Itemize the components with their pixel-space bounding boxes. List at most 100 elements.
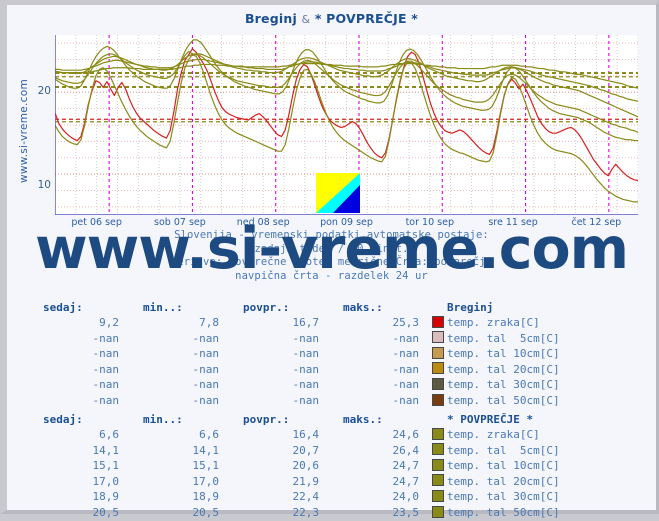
legend-series-title: Breginj <box>447 301 494 314</box>
legend-series-label: temp. tal 10cm[C] <box>447 459 560 473</box>
cell-povpr: -nan <box>292 378 320 392</box>
legend-color-swatch <box>429 427 447 444</box>
legend-series-label: temp. tal 30cm[C] <box>447 378 560 392</box>
legend-series-label: temp. tal 5cm[C] <box>447 331 560 345</box>
legend-series-label: temp. tal 50cm[C] <box>447 506 560 520</box>
legend-series-label: temp. tal 50cm[C] <box>447 394 560 408</box>
table-row: 14,1 14,1 20,7 26,4 temp. tal 5cm[C] <box>29 443 560 459</box>
table-row: 20,5 20,5 22,3 23,5 temp. tal 50cm[C] <box>29 505 560 521</box>
cell-sedaj: -nan <box>92 331 120 345</box>
legend-color-swatch <box>429 331 447 347</box>
chart-window: Breginj & * POVPREČJE * www.si-vreme.com… <box>0 0 659 519</box>
cell-sedaj: -nan <box>92 347 120 361</box>
legend-series-label: temp. zraka[C] <box>447 428 540 442</box>
x-tick-label-2: ned 08 sep <box>236 217 290 228</box>
y-tick-label-10: 10 <box>37 179 51 191</box>
legend-color-swatch <box>429 443 447 459</box>
cell-povpr: 16,4 <box>292 428 320 442</box>
table-row: -nan -nan -nan -nan temp. tal 5cm[C] <box>29 331 560 347</box>
legend-color-swatch <box>429 474 447 490</box>
x-tick-label-3: pon 09 sep <box>320 217 373 228</box>
cell-min: 17,0 <box>192 474 220 488</box>
caption-line-2: zadnji teden / 30 minut. <box>254 242 409 255</box>
table-row: -nan -nan -nan -nan temp. tal 30cm[C] <box>29 377 560 394</box>
x-tick-label-6: čet 12 sep <box>571 217 622 228</box>
cell-sedaj: 17,0 <box>92 474 120 488</box>
cell-maks: 24,7 <box>392 474 420 488</box>
y-tick-label-20: 20 <box>37 85 51 97</box>
cell-min: -nan <box>192 378 220 392</box>
legend-color-swatch <box>429 346 447 363</box>
cell-maks: -nan <box>392 331 420 345</box>
legend-table-povprecje: sedaj: min..: povpr.: maks.: * POVPREČJE * 6,… <box>7 413 656 521</box>
legend-header-3: maks.: <box>343 413 383 426</box>
cell-sedaj: 9,2 <box>99 316 119 330</box>
cell-maks: 24,0 <box>392 490 420 504</box>
cell-sedaj: 6,6 <box>99 428 119 442</box>
table-row: 17,0 17,0 21,9 24,7 temp. tal 20cm[C] <box>29 474 560 490</box>
cell-sedaj: -nan <box>92 378 120 392</box>
legend-header-3: maks.: <box>343 301 383 314</box>
cell-povpr: 21,9 <box>292 474 320 488</box>
legend-color-swatch <box>429 315 447 332</box>
chart-canvas: Breginj & * POVPREČJE * www.si-vreme.com… <box>7 5 656 519</box>
legend-header-2: povpr.: <box>243 413 290 426</box>
cell-maks: -nan <box>392 394 420 408</box>
legend-series-label: temp. tal 20cm[C] <box>447 474 560 488</box>
legend-color-swatch <box>429 489 447 506</box>
table-row: 15,1 15,1 20,6 24,7 temp. tal 10cm[C] <box>29 458 560 475</box>
x-tick-label-4: tor 10 sep <box>405 217 454 228</box>
legend-series-label: temp. tal 5cm[C] <box>447 443 560 457</box>
legend-header-swatch-spacer <box>429 301 447 316</box>
cell-min: 15,1 <box>192 459 220 473</box>
legend-series-label: temp. tal 20cm[C] <box>447 362 560 376</box>
cell-min: 6,6 <box>199 428 219 442</box>
cell-sedaj: 14,1 <box>92 443 120 457</box>
cell-maks: -nan <box>392 347 420 361</box>
legend-color-swatch <box>429 505 447 521</box>
caption-line-3: Meritve: povprečne Enote: metrične Črta:… <box>170 256 493 268</box>
legend-header-2: povpr.: <box>243 301 290 314</box>
cell-min: 7,8 <box>199 316 219 330</box>
legend-series-label: temp. zraka[C] <box>447 316 540 330</box>
cell-sedaj: 20,5 <box>92 506 120 520</box>
legend-series-label: temp. tal 10cm[C] <box>447 347 560 361</box>
table-row: -nan -nan -nan -nan temp. tal 10cm[C] <box>29 346 560 363</box>
cell-maks: 24,6 <box>392 428 420 442</box>
cell-maks: 25,3 <box>392 316 420 330</box>
cell-min: -nan <box>192 394 220 408</box>
cell-min: -nan <box>192 331 220 345</box>
legend-color-swatch <box>429 458 447 475</box>
legend-header-1: min..: <box>143 301 183 314</box>
title-ampersand: & <box>301 13 311 26</box>
legend-table-breginj: sedaj: min..: povpr.: maks.: Breginj 9,2 7,8 16… <box>7 301 656 409</box>
table-row: 6,6 6,6 16,4 24,6 temp. zraka[C] <box>29 427 560 444</box>
table-row: -nan -nan -nan -nan temp. tal 20cm[C] <box>29 362 560 378</box>
title-station: Breginj <box>244 11 297 26</box>
table-row: 18,9 18,9 22,4 24,0 temp. tal 30cm[C] <box>29 489 560 506</box>
cell-maks: -nan <box>392 362 420 376</box>
cell-min: 20,5 <box>192 506 220 520</box>
si-vreme-logo <box>316 173 360 213</box>
x-tick-label-0: pet 06 sep <box>71 217 122 228</box>
caption-line-4: navpična črta - razdelek 24 ur <box>235 269 428 282</box>
cell-maks: 24,7 <box>392 459 420 473</box>
legend-header-1: min..: <box>143 413 183 426</box>
cell-povpr: 20,6 <box>292 459 320 473</box>
caption-line-1: Slovenija - vremenski podatki avtomatske… <box>174 229 489 241</box>
cell-maks: -nan <box>392 378 420 392</box>
cell-povpr: 22,4 <box>292 490 320 504</box>
cell-povpr: -nan <box>292 362 320 376</box>
x-tick-label-1: sob 07 sep <box>154 217 206 228</box>
cell-povpr: -nan <box>292 331 320 345</box>
legend-header-swatch-spacer <box>429 413 447 428</box>
legend-color-swatch <box>429 362 447 378</box>
cell-sedaj: 15,1 <box>92 459 120 473</box>
x-tick-label-5: sre 11 sep <box>488 217 538 228</box>
cell-min: 14,1 <box>192 443 220 457</box>
cell-sedaj: -nan <box>92 362 120 376</box>
cell-min: 18,9 <box>192 490 220 504</box>
table-row: -nan -nan -nan -nan temp. tal 50cm[C] <box>29 393 560 410</box>
legend-color-swatch <box>429 377 447 394</box>
cell-sedaj: -nan <box>92 394 120 408</box>
